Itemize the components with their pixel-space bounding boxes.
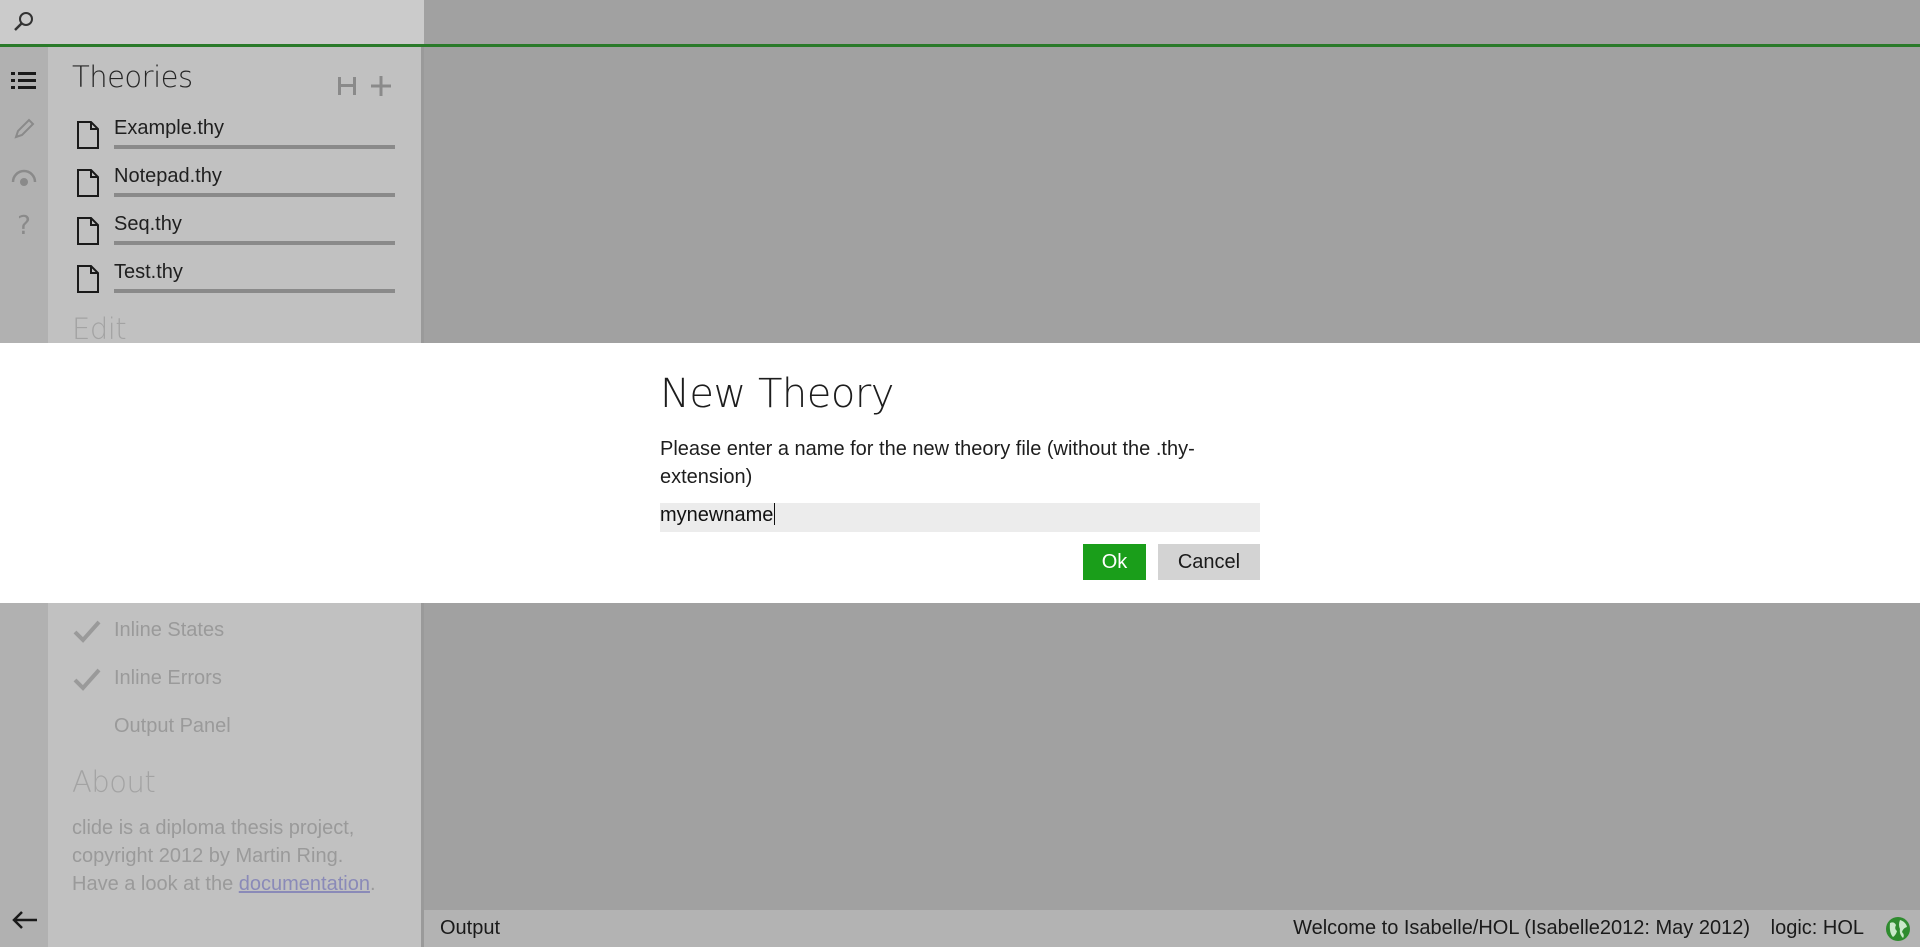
question-icon[interactable]: ? [10, 211, 38, 239]
list-icon[interactable] [10, 67, 38, 95]
input-value: mynewname [660, 504, 774, 526]
modal-overlay: New Theory Please enter a name for the n… [0, 343, 1920, 603]
theory-file-item[interactable]: Example.thy [72, 115, 395, 155]
output-tab[interactable]: Output [440, 917, 500, 940]
pencil-icon[interactable] [10, 115, 38, 143]
theories-toolbar [337, 74, 393, 102]
file-progress-bar [114, 289, 395, 293]
status-bar: Output Welcome to Isabelle/HOL (Isabelle… [424, 910, 1920, 947]
file-icon [77, 265, 99, 293]
save-icon[interactable] [337, 76, 357, 100]
arrow-left-icon[interactable] [10, 908, 40, 932]
dialog-title: New Theory [660, 371, 894, 417]
search-bar[interactable] [0, 0, 424, 44]
option-label: Inline States [114, 619, 225, 641]
theory-file-name: Notepad.thy [114, 165, 222, 187]
checkmark-icon [72, 666, 102, 694]
theory-file-item[interactable]: Test.thy [72, 259, 395, 299]
theory-file-item[interactable]: Notepad.thy [72, 163, 395, 203]
eye-icon[interactable] [10, 163, 38, 191]
documentation-link[interactable]: documentation [239, 873, 370, 895]
logic-status: logic: HOL [1770, 917, 1864, 939]
option-output-panel[interactable]: Output Panel [72, 713, 392, 745]
file-icon [77, 217, 99, 245]
theory-file-name: Test.thy [114, 261, 183, 283]
svg-text:?: ? [17, 211, 31, 239]
theories-title: Theories [72, 60, 193, 94]
file-progress-bar [114, 241, 395, 245]
edit-title: Edit [72, 312, 127, 346]
dialog-message: Please enter a name for the new theory f… [660, 438, 1195, 488]
option-inline-errors[interactable]: Inline Errors [72, 665, 392, 697]
new-theory-dialog: New Theory Please enter a name for the n… [660, 343, 1260, 603]
file-icon [77, 121, 99, 149]
theory-file-item[interactable]: Seq.thy [72, 211, 395, 251]
ok-button[interactable]: Ok [1083, 544, 1146, 580]
file-icon [77, 169, 99, 197]
about-text-end: . [369, 873, 376, 895]
file-progress-bar [114, 145, 395, 149]
option-label: Inline Errors [114, 667, 222, 689]
plus-icon[interactable] [369, 74, 393, 102]
theory-name-input[interactable]: mynewname [660, 503, 1260, 532]
search-icon[interactable] [12, 10, 36, 34]
option-label: Output Panel [114, 715, 231, 737]
cancel-button[interactable]: Cancel [1158, 544, 1260, 580]
file-progress-bar [114, 193, 395, 197]
about-text: clide is a diploma thesis project, copyr… [72, 814, 392, 898]
checkmark-icon [72, 618, 102, 646]
welcome-status: Welcome to Isabelle/HOL (Isabelle2012: M… [1293, 917, 1750, 939]
text-caret [774, 503, 776, 525]
globe-icon[interactable] [1884, 915, 1912, 943]
about-title: About [72, 765, 156, 799]
theory-file-name: Example.thy [114, 117, 225, 139]
option-inline-states[interactable]: Inline States [72, 617, 392, 649]
theory-file-name: Seq.thy [114, 213, 182, 235]
